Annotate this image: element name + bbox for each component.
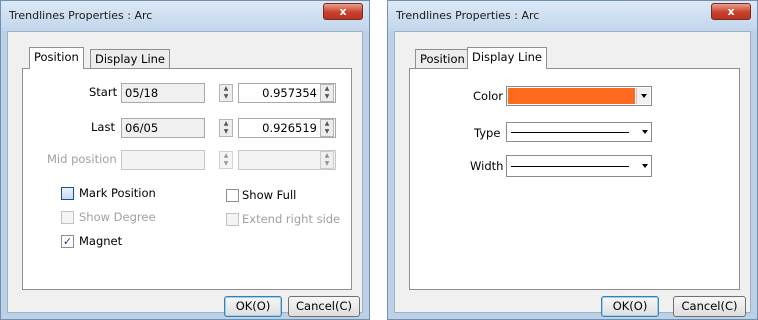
display-line-dialog: Trendlines Properties : Arc x Position D… bbox=[387, 0, 758, 320]
tab-position[interactable]: Position bbox=[415, 49, 470, 69]
dialog-title: Trendlines Properties : Arc bbox=[9, 9, 153, 22]
spin-down-icon: ▼ bbox=[223, 160, 229, 167]
tab-display-line[interactable]: Display Line bbox=[467, 47, 548, 69]
spin-up-icon[interactable]: ▲ bbox=[220, 85, 232, 93]
cancel-button[interactable]: Cancel(C) bbox=[673, 296, 746, 317]
chevron-down-icon bbox=[642, 130, 648, 134]
check-icon: ✓ bbox=[62, 235, 73, 248]
last-label: Last bbox=[91, 120, 115, 134]
mid-position-label: Mid position bbox=[47, 152, 117, 166]
start-value-spinner[interactable]: ▲ ▼ bbox=[320, 84, 334, 102]
start-label: Start bbox=[89, 85, 118, 99]
spin-down-icon: ▼ bbox=[324, 160, 330, 167]
show-full-label[interactable]: Show Full bbox=[242, 188, 296, 202]
line-type-select[interactable] bbox=[506, 122, 652, 142]
line-width-preview bbox=[511, 166, 629, 167]
show-degree-checkbox bbox=[61, 211, 74, 224]
close-button[interactable]: x bbox=[711, 3, 751, 20]
spin-up-icon[interactable]: ▲ bbox=[321, 120, 333, 128]
extend-right-checkbox bbox=[226, 213, 239, 226]
mid-value-spinner: ▲ ▼ bbox=[320, 151, 334, 169]
spin-up-icon: ▲ bbox=[324, 152, 330, 159]
spin-down-icon[interactable]: ▼ bbox=[321, 128, 333, 136]
chevron-down-icon bbox=[641, 94, 647, 98]
spin-down-icon[interactable]: ▼ bbox=[220, 128, 232, 136]
color-dropdown-button[interactable] bbox=[636, 88, 650, 104]
width-label: Width bbox=[470, 159, 504, 173]
show-full-checkbox[interactable] bbox=[226, 189, 239, 202]
start-date-field[interactable]: 05/18 bbox=[121, 83, 205, 103]
type-label: Type bbox=[474, 126, 501, 140]
spin-up-icon[interactable]: ▲ bbox=[321, 85, 333, 93]
mark-position-label[interactable]: Mark Position bbox=[79, 186, 156, 200]
display-line-panel: Color Type Width bbox=[409, 68, 740, 290]
magnet-label[interactable]: Magnet bbox=[79, 234, 122, 248]
extend-right-label: Extend right side bbox=[242, 212, 341, 226]
last-date-field[interactable]: 06/05 bbox=[121, 118, 205, 138]
close-button[interactable]: x bbox=[323, 3, 363, 20]
line-width-select[interactable] bbox=[506, 155, 652, 177]
last-value-spinner[interactable]: ▲ ▼ bbox=[320, 119, 334, 137]
ok-button[interactable]: OK(O) bbox=[601, 296, 659, 317]
cancel-button[interactable]: Cancel(C) bbox=[288, 296, 360, 317]
tab-position[interactable]: Position bbox=[29, 47, 84, 69]
color-swatch bbox=[508, 88, 635, 104]
title-bar: Trendlines Properties : Arc x bbox=[1, 1, 369, 31]
dialog-client: Position Display Line Color Type Width O… bbox=[394, 31, 751, 317]
color-picker[interactable] bbox=[506, 86, 652, 106]
ok-button[interactable]: OK(O) bbox=[224, 296, 282, 317]
last-date-spinner[interactable]: ▲ ▼ bbox=[219, 119, 233, 137]
chevron-down-icon bbox=[642, 164, 648, 168]
spin-up-icon[interactable]: ▲ bbox=[220, 120, 232, 128]
tab-display-line[interactable]: Display Line bbox=[90, 49, 171, 69]
spin-down-icon[interactable]: ▼ bbox=[220, 93, 232, 101]
mid-date-field bbox=[121, 150, 205, 170]
position-panel: Start 05/18 ▲ ▼ 0.957354 ▲ ▼ Last 06/05 … bbox=[22, 68, 352, 290]
title-bar: Trendlines Properties : Arc x bbox=[388, 1, 757, 31]
dialog-client: Position Display Line Start 05/18 ▲ ▼ 0.… bbox=[7, 31, 363, 317]
show-degree-label: Show Degree bbox=[79, 210, 156, 224]
mark-position-checkbox[interactable] bbox=[61, 187, 74, 200]
dialog-title: Trendlines Properties : Arc bbox=[396, 9, 540, 22]
mid-date-spinner: ▲ ▼ bbox=[219, 151, 233, 169]
spin-down-icon[interactable]: ▼ bbox=[321, 93, 333, 101]
start-date-spinner[interactable]: ▲ ▼ bbox=[219, 84, 233, 102]
spin-up-icon: ▲ bbox=[223, 152, 229, 159]
color-label: Color bbox=[473, 89, 504, 103]
position-dialog: Trendlines Properties : Arc x Position D… bbox=[0, 0, 370, 320]
line-type-preview bbox=[511, 132, 629, 133]
magnet-checkbox[interactable]: ✓ bbox=[61, 235, 74, 248]
